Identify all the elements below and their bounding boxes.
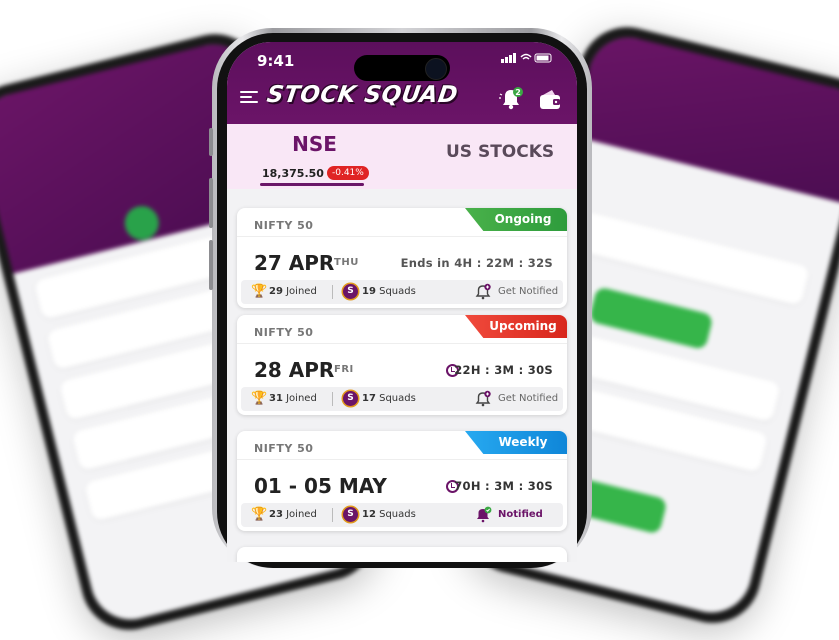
tab-us-stocks[interactable]: US STOCKS xyxy=(402,124,577,189)
card-date: 27 APR xyxy=(254,251,335,275)
card-timer: Ends in 4H : 22M : 32S xyxy=(400,256,553,270)
status-badge-ongoing: Ongoing xyxy=(465,208,567,231)
notify-bell-icon[interactable] xyxy=(474,283,492,301)
nse-change-badge: -0.41% xyxy=(327,166,369,180)
wallet-icon[interactable] xyxy=(537,88,563,112)
tab-nse-label: NSE xyxy=(292,132,337,156)
card-day: FRI xyxy=(334,364,354,375)
card-date: 01 - 05 MAY xyxy=(254,474,387,498)
contest-card-partial[interactable] xyxy=(237,547,567,562)
joined-stat: 31 Joined xyxy=(269,393,317,404)
menu-icon[interactable] xyxy=(240,88,260,104)
card-date: 28 APR xyxy=(254,358,335,382)
active-tab-indicator xyxy=(260,183,364,186)
app-logo: STOCK SQUAD xyxy=(265,82,460,108)
contest-card-ongoing[interactable]: NIFTY 50 Ongoing 27 APR THU Ends in 4H :… xyxy=(237,208,567,308)
tab-nse[interactable]: NSE 18,375.50 -0.41% xyxy=(227,124,402,189)
squads-stat: 17 Squads xyxy=(362,393,416,404)
card-footer: 🏆 31 Joined S 17 Squads Get Notified xyxy=(241,387,563,411)
card-divider xyxy=(237,236,567,237)
card-timer: 70H : 3M : 30S xyxy=(454,479,553,493)
card-index-name: NIFTY 50 xyxy=(254,326,314,339)
tab-us-stocks-label: US STOCKS xyxy=(446,142,555,162)
squad-icon: S xyxy=(343,391,358,406)
footer-separator xyxy=(332,392,333,406)
app-screen: 9:41 STOCK SQUAD 2 NSE 18,375.50 -0.41% … xyxy=(227,42,577,562)
footer-separator xyxy=(332,508,333,522)
footer-separator xyxy=(332,285,333,299)
contest-card-upcoming[interactable]: NIFTY 50 Upcoming 28 APR FRI 22H : 3M : … xyxy=(237,315,567,415)
get-notified-link[interactable]: Get Notified xyxy=(498,393,558,404)
notify-bell-icon[interactable] xyxy=(474,390,492,408)
squads-stat: 19 Squads xyxy=(362,286,416,297)
trophy-icon: 🏆 xyxy=(251,507,268,522)
trophy-icon: 🏆 xyxy=(251,284,268,299)
trophy-icon: 🏆 xyxy=(251,391,268,406)
squad-icon: S xyxy=(343,284,358,299)
status-badge-weekly: Weekly xyxy=(465,431,567,454)
status-time: 9:41 xyxy=(257,52,295,70)
exchange-tabs: NSE 18,375.50 -0.41% US STOCKS xyxy=(227,124,577,189)
contest-card-weekly[interactable]: NIFTY 50 Weekly 01 - 05 MAY 70H : 3M : 3… xyxy=(237,431,567,531)
squad-icon: S xyxy=(343,507,358,522)
card-divider xyxy=(237,459,567,460)
phone-frame: 9:41 STOCK SQUAD 2 NSE 18,375.50 -0.41% … xyxy=(209,28,592,568)
card-footer: 🏆 23 Joined S 12 Squads Notified xyxy=(241,503,563,527)
notified-status[interactable]: Notified xyxy=(498,509,543,520)
joined-stat: 23 Joined xyxy=(269,509,317,520)
card-divider xyxy=(237,343,567,344)
card-footer: 🏆 29 Joined S 19 Squads Get Notified xyxy=(241,280,563,304)
get-notified-link[interactable]: Get Notified xyxy=(498,286,558,297)
nse-index-value: 18,375.50 xyxy=(262,167,324,180)
notified-bell-icon[interactable] xyxy=(474,506,492,524)
card-timer: 22H : 3M : 30S xyxy=(454,363,553,377)
joined-stat: 29 Joined xyxy=(269,286,317,297)
card-day: THU xyxy=(334,257,359,268)
signal-wifi-battery-icon xyxy=(501,52,553,67)
camera-icon xyxy=(425,58,447,80)
squads-stat: 12 Squads xyxy=(362,509,416,520)
app-header: 9:41 STOCK SQUAD 2 xyxy=(227,42,577,124)
card-index-name: NIFTY 50 xyxy=(254,442,314,455)
svg-text:2: 2 xyxy=(515,88,521,97)
card-index-name: NIFTY 50 xyxy=(254,219,314,232)
bell-icon[interactable]: 2 xyxy=(497,86,525,112)
status-badge-upcoming: Upcoming xyxy=(465,315,567,338)
